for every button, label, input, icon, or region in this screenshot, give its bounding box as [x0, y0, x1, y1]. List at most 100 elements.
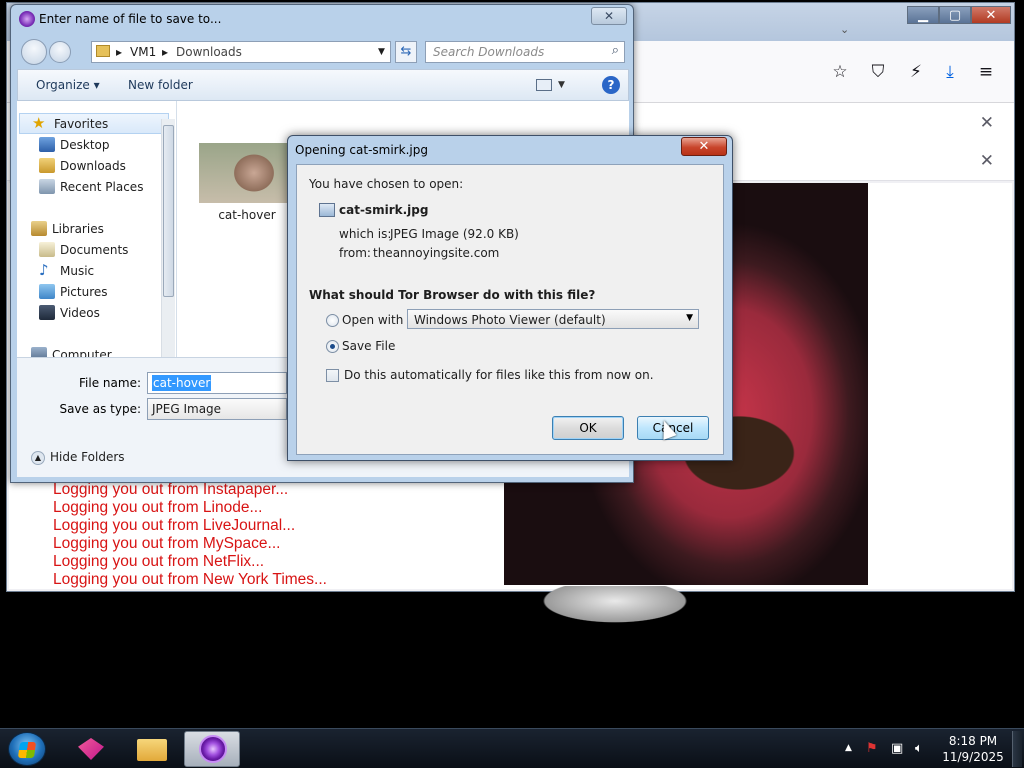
volume-icon[interactable]: 🔈︎ [915, 741, 923, 756]
forward-button[interactable] [49, 41, 71, 63]
downloads-folder-icon [39, 158, 55, 173]
log-line: Logging you out from New York Times... [53, 571, 327, 588]
tor-browser-icon [19, 11, 35, 27]
libraries-icon [31, 221, 47, 236]
nav-libraries[interactable]: Libraries [31, 219, 181, 240]
broom-icon[interactable]: ⚡ [903, 59, 929, 85]
maximize-button[interactable]: ▢ [939, 6, 971, 24]
desktop-icon [39, 137, 55, 152]
nav-favorites[interactable]: ★ Favorites [19, 113, 169, 134]
floating-figure-image [510, 586, 720, 646]
auto-label[interactable]: Do this automatically for files like thi… [344, 368, 654, 382]
from-label: from: [339, 246, 371, 260]
save-type-value: JPEG Image [152, 402, 222, 416]
app-icon [78, 738, 104, 760]
file-item-label[interactable]: cat-hover [207, 208, 287, 222]
taskbar-app-pink[interactable] [62, 731, 118, 767]
which-is-label: which is: [339, 227, 392, 241]
windows-logo-icon [17, 742, 37, 758]
open-dialog-close-button[interactable]: ✕ [681, 137, 727, 156]
file-name-value: cat-hover [152, 375, 212, 391]
system-clock[interactable]: 8:18 PM 11/9/2025 [938, 733, 1008, 765]
close-icon[interactable]: ✕ [980, 113, 994, 133]
minimize-button[interactable]: ▁ [907, 6, 939, 24]
open-with-radio[interactable] [326, 314, 339, 327]
chevron-down-icon: ▼ [686, 313, 693, 323]
organize-button[interactable]: Organize ▾ [36, 78, 100, 92]
menu-icon[interactable]: ≡ [973, 59, 999, 85]
download-icon[interactable]: ⤓ [937, 59, 963, 85]
file-thumbnail[interactable] [199, 143, 295, 203]
open-with-label[interactable]: Open with [342, 313, 403, 327]
open-dialog-title: Opening cat-smirk.jpg [295, 143, 428, 157]
taskbar-tor-browser[interactable] [184, 731, 240, 767]
open-dialog-body: You have chosen to open: cat-smirk.jpg w… [296, 164, 724, 455]
taskbar: ▲ ⚑ ▣ 🔈︎ 8:18 PM 11/9/2025 [0, 728, 1024, 768]
navigation-scrollbar[interactable] [161, 119, 175, 359]
file-name-label: File name: [79, 376, 141, 390]
breadcrumb-vm1[interactable]: VM1 [130, 45, 156, 59]
clock-date: 11/9/2025 [942, 750, 1004, 764]
action-center-flag-icon[interactable]: ⚑ [866, 741, 878, 756]
log-line: Logging you out from NetFlix... [53, 553, 265, 570]
address-bar[interactable]: ▸ VM1 ▸ Downloads ▼ [91, 41, 391, 63]
opening-file-dialog: Opening cat-smirk.jpg ✕ You have chosen … [287, 135, 733, 461]
search-box[interactable]: Search Downloads ⌕ [425, 41, 625, 63]
show-hidden-icons[interactable]: ▲ [845, 743, 852, 753]
from-value: theannoyingsite.com [373, 246, 500, 260]
save-file-radio[interactable] [326, 340, 339, 353]
auto-checkbox[interactable] [326, 369, 339, 382]
save-file-label[interactable]: Save File [342, 339, 395, 353]
chosen-text: You have chosen to open: [309, 177, 464, 191]
breadcrumb-downloads[interactable]: Downloads [176, 45, 242, 59]
view-icon[interactable] [536, 79, 552, 91]
log-line: Logging you out from MySpace... [53, 535, 281, 552]
clock-time: 8:18 PM [948, 734, 998, 748]
image-file-icon [319, 203, 335, 217]
start-button[interactable] [8, 732, 46, 766]
recent-places-icon [39, 179, 55, 194]
chevron-up-icon: ▲ [31, 450, 45, 465]
file-name: cat-smirk.jpg [339, 203, 429, 217]
network-icon[interactable]: ▣ [891, 741, 903, 756]
taskbar-explorer[interactable] [122, 731, 178, 767]
navigation-pane: ★ Favorites Desktop Downloads Recent Pla… [17, 101, 177, 362]
documents-icon [39, 242, 55, 257]
save-type-select[interactable]: JPEG Image [147, 398, 287, 420]
videos-icon [39, 305, 55, 320]
music-icon: ♪ [39, 261, 49, 279]
close-icon[interactable]: ✕ [980, 151, 994, 171]
scrollbar-thumb[interactable] [163, 125, 174, 297]
shield-icon[interactable]: ⛉ [865, 59, 891, 85]
folder-icon [96, 45, 110, 57]
back-button[interactable] [21, 39, 47, 65]
open-with-value: Windows Photo Viewer (default) [414, 313, 606, 327]
close-window-button[interactable]: ✕ [971, 6, 1011, 24]
show-desktop-button[interactable] [1012, 731, 1022, 767]
star-icon[interactable]: ☆ [827, 59, 853, 85]
help-icon[interactable]: ? [602, 76, 620, 94]
hide-folders-button[interactable]: ▲ Hide Folders [31, 450, 125, 465]
logout-log: Logging you out from Instapaper... Loggi… [53, 481, 327, 589]
star-icon: ★ [32, 114, 46, 132]
folder-icon [137, 739, 167, 761]
open-with-select[interactable]: Windows Photo Viewer (default) ▼ [407, 309, 699, 329]
tor-browser-icon [199, 735, 227, 763]
log-line: Logging you out from Instapaper... [53, 481, 289, 498]
tab-list-chevron-icon[interactable]: ⌄ [840, 23, 849, 36]
save-type-label: Save as type: [59, 402, 141, 416]
view-dropdown-icon[interactable]: ▼ [558, 80, 565, 90]
address-dropdown-icon[interactable]: ▼ [378, 47, 385, 57]
file-name-input[interactable]: cat-hover [147, 372, 287, 394]
new-folder-button[interactable]: New folder [128, 78, 193, 92]
pictures-icon [39, 284, 55, 299]
search-placeholder: Search Downloads [433, 45, 545, 59]
refresh-button[interactable]: ⇆ [395, 41, 417, 63]
question-text: What should Tor Browser do with this fil… [309, 288, 596, 302]
which-is-value: JPEG Image (92.0 KB) [390, 227, 519, 241]
search-icon: ⌕ [611, 43, 619, 58]
log-line: Logging you out from Linode... [53, 499, 263, 516]
save-dialog-close-button[interactable]: ✕ [591, 7, 627, 25]
save-dialog-title: Enter name of file to save to... [39, 12, 222, 26]
ok-button[interactable]: OK [552, 416, 624, 440]
